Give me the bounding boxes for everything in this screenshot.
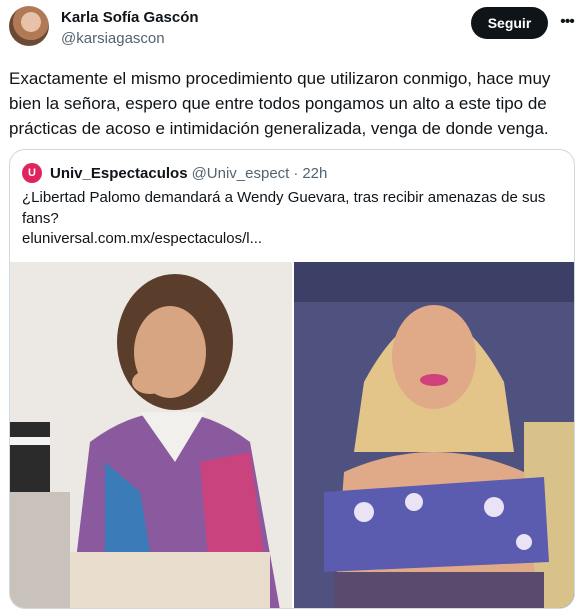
quoted-author-name: Univ_Espectaculos (50, 164, 188, 182)
separator-dot: · (293, 164, 299, 182)
follow-button[interactable]: Seguir (471, 7, 548, 39)
tweet-text: Exactamente el mismo procedimiento que u… (9, 69, 551, 138)
author-name[interactable]: Karla Sofía Gascón (61, 9, 199, 26)
more-horizontal-icon[interactable]: ••• (557, 12, 577, 32)
quoted-avatar[interactable]: U (22, 163, 42, 183)
photo-right[interactable] (294, 262, 574, 608)
quoted-header: U Univ_Espectaculos @Univ_espect · 22h (22, 162, 327, 184)
author-handle[interactable]: @karsiagascon (61, 30, 165, 47)
photo-right-illustration (294, 262, 574, 608)
quoted-timestamp[interactable]: 22h (302, 165, 327, 182)
photo-left-illustration (10, 262, 292, 608)
tweet-header: Karla Sofía Gascón @karsiagascon Seguir … (0, 0, 586, 60)
author-avatar[interactable] (9, 6, 49, 46)
quoted-author-handle: @Univ_espect (191, 164, 290, 182)
photo-left[interactable] (10, 262, 292, 608)
quoted-text: ¿Libertad Palomo demandará a Wendy Gueva… (22, 189, 546, 227)
quoted-tweet[interactable]: U Univ_Espectaculos @Univ_espect · 22h ¿… (9, 149, 575, 609)
quoted-link[interactable]: eluniversal.com.mx/espectaculos/l... (22, 228, 262, 249)
